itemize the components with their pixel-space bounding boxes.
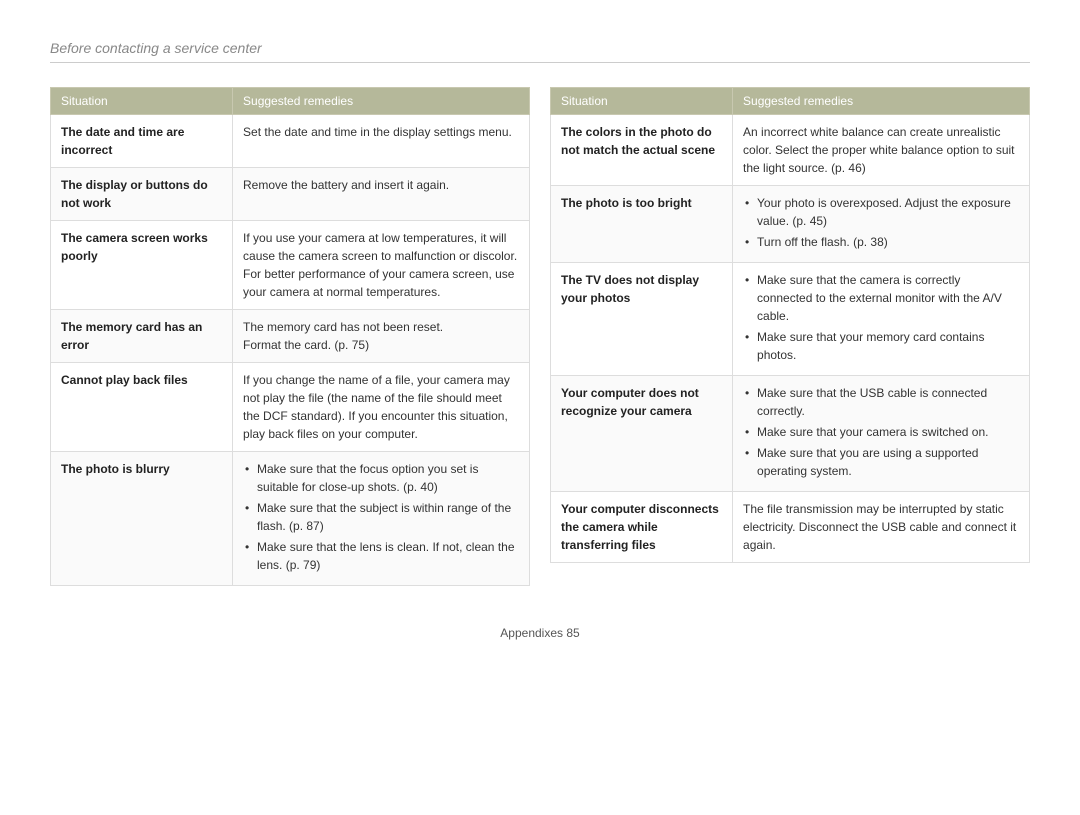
list-item: Make sure that the lens is clean. If not… xyxy=(243,538,519,574)
list-item: Make sure that the subject is within ran… xyxy=(243,499,519,535)
situation-cell: The camera screen works poorly xyxy=(51,221,233,310)
list-item: Make sure that you are using a supported… xyxy=(743,444,1019,480)
table-row: The display or buttons do not workRemove… xyxy=(51,168,530,221)
situation-cell: The photo is blurry xyxy=(51,452,233,586)
situation-cell: Your computer does not recognize your ca… xyxy=(551,376,733,492)
situation-cell: The display or buttons do not work xyxy=(51,168,233,221)
table-row: Your computer disconnects the camera whi… xyxy=(551,492,1030,563)
table-row: The TV does not display your photosMake … xyxy=(551,263,1030,376)
situation-cell: The TV does not display your photos xyxy=(551,263,733,376)
page-footer: Appendixes 85 xyxy=(50,626,1030,640)
list-item: Your photo is overexposed. Adjust the ex… xyxy=(743,194,1019,230)
remedy-cell: Remove the battery and insert it again. xyxy=(233,168,530,221)
remedy-cell: The memory card has not been reset.Forma… xyxy=(233,310,530,363)
table-row: The date and time are incorrectSet the d… xyxy=(51,115,530,168)
remedy-cell: An incorrect white balance can create un… xyxy=(733,115,1030,186)
table-row: The memory card has an errorThe memory c… xyxy=(51,310,530,363)
list-item: Make sure that the USB cable is connecte… xyxy=(743,384,1019,420)
remedy-cell: Make sure that the focus option you set … xyxy=(233,452,530,586)
list-item: Make sure that your memory card contains… xyxy=(743,328,1019,364)
list-item: Make sure that the camera is correctly c… xyxy=(743,271,1019,325)
situation-cell: The date and time are incorrect xyxy=(51,115,233,168)
situation-cell: The colors in the photo do not match the… xyxy=(551,115,733,186)
remedy-cell: If you change the name of a file, your c… xyxy=(233,363,530,452)
remedy-cell: Make sure that the camera is correctly c… xyxy=(733,263,1030,376)
list-item: Make sure that the focus option you set … xyxy=(243,460,519,496)
situation-cell: Cannot play back files xyxy=(51,363,233,452)
list-item: Turn off the flash. (p. 38) xyxy=(743,233,1019,251)
table-row: The photo is blurry Make sure that the fo… xyxy=(51,452,530,586)
right-table: Situation Suggested remedies The colors … xyxy=(550,87,1030,586)
table-row: The colors in the photo do not match the… xyxy=(551,115,1030,186)
page-title: Before contacting a service center xyxy=(50,40,1030,63)
table-row: The camera screen works poorlyIf you use… xyxy=(51,221,530,310)
list-item: Make sure that your camera is switched o… xyxy=(743,423,1019,441)
left-table: Situation Suggested remedies The date an… xyxy=(50,87,530,586)
remedy-cell: If you use your camera at low temperatur… xyxy=(233,221,530,310)
remedy-cell: The file transmission may be interrupted… xyxy=(733,492,1030,563)
left-col2-header: Suggested remedies xyxy=(233,88,530,115)
table-row: Your computer does not recognize your ca… xyxy=(551,376,1030,492)
situation-cell: The memory card has an error xyxy=(51,310,233,363)
situation-cell: Your computer disconnects the camera whi… xyxy=(551,492,733,563)
remedy-cell: Your photo is overexposed. Adjust the ex… xyxy=(733,186,1030,263)
right-col1-header: Situation xyxy=(551,88,733,115)
right-col2-header: Suggested remedies xyxy=(733,88,1030,115)
left-col1-header: Situation xyxy=(51,88,233,115)
situation-cell: The photo is too bright xyxy=(551,186,733,263)
table-row: Cannot play back filesIf you change the … xyxy=(51,363,530,452)
remedy-cell: Make sure that the USB cable is connecte… xyxy=(733,376,1030,492)
remedy-cell: Set the date and time in the display set… xyxy=(233,115,530,168)
table-row: The photo is too bright Your photo is ove… xyxy=(551,186,1030,263)
